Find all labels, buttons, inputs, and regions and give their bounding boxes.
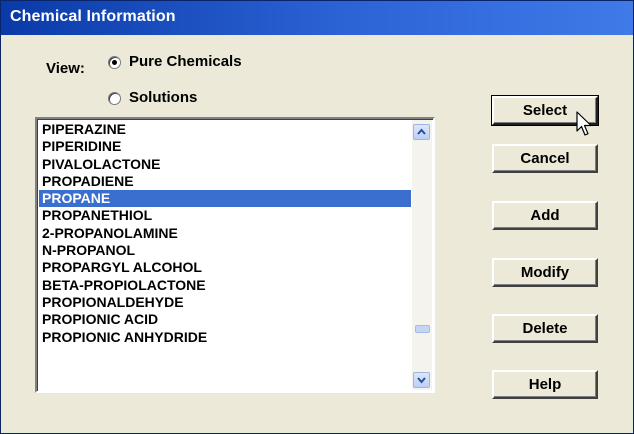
modify-button[interactable]: Modify: [492, 258, 598, 287]
radio-solutions[interactable]: Solutions: [108, 89, 228, 109]
view-label: View:: [46, 60, 85, 77]
list-item[interactable]: PIPERIDINE: [39, 138, 411, 155]
chemical-listbox[interactable]: PIPERAZINE PIPERIDINE PIVALOLACTONE PROP…: [35, 117, 435, 393]
list-item[interactable]: BETA-PROPIOLACTONE: [39, 277, 411, 294]
radio-solutions-label: Solutions: [129, 89, 198, 106]
list-item[interactable]: 2-PROPANOLAMINE: [39, 225, 411, 242]
radio-button-icon[interactable]: [108, 92, 121, 105]
list-item[interactable]: PROPIONALDEHYDE: [39, 294, 411, 311]
chevron-up-icon: [417, 128, 426, 135]
title-bar[interactable]: Chemical Information: [1, 1, 633, 35]
list-item[interactable]: PIPERAZINE: [39, 121, 411, 138]
list-item[interactable]: PIVALOLACTONE: [39, 156, 411, 173]
cancel-button[interactable]: Cancel: [492, 144, 598, 173]
radio-button-icon[interactable]: [108, 56, 121, 69]
chemical-list: PIPERAZINE PIPERIDINE PIVALOLACTONE PROP…: [39, 121, 411, 389]
radio-pure-chemicals-label: Pure Chemicals: [129, 53, 242, 70]
chevron-down-icon: [417, 377, 426, 384]
mouse-pointer-icon: [576, 111, 592, 136]
vertical-scrollbar[interactable]: [412, 120, 432, 390]
add-button[interactable]: Add: [492, 201, 598, 230]
list-item[interactable]: N-PROPANOL: [39, 242, 411, 259]
list-item[interactable]: PROPANETHIOL: [39, 207, 411, 224]
list-item[interactable]: PROPARGYL ALCOHOL: [39, 259, 411, 276]
help-button[interactable]: Help: [492, 370, 598, 399]
list-item[interactable]: PROPADIENE: [39, 173, 411, 190]
radio-selected-dot: [112, 60, 117, 65]
scroll-thumb[interactable]: [415, 325, 430, 333]
list-item[interactable]: PROPIONIC ACID: [39, 311, 411, 328]
delete-button[interactable]: Delete: [492, 314, 598, 343]
scroll-down-button[interactable]: [413, 372, 430, 388]
window-title: Chemical Information: [10, 8, 176, 25]
list-item[interactable]: PROPIONIC ANHYDRIDE: [39, 329, 411, 346]
chemical-information-dialog: Chemical Information View: Pure Chemical…: [0, 0, 634, 434]
radio-pure-chemicals[interactable]: Pure Chemicals: [108, 53, 278, 73]
scroll-up-button[interactable]: [413, 124, 430, 140]
list-item-selected[interactable]: PROPANE: [39, 190, 411, 208]
